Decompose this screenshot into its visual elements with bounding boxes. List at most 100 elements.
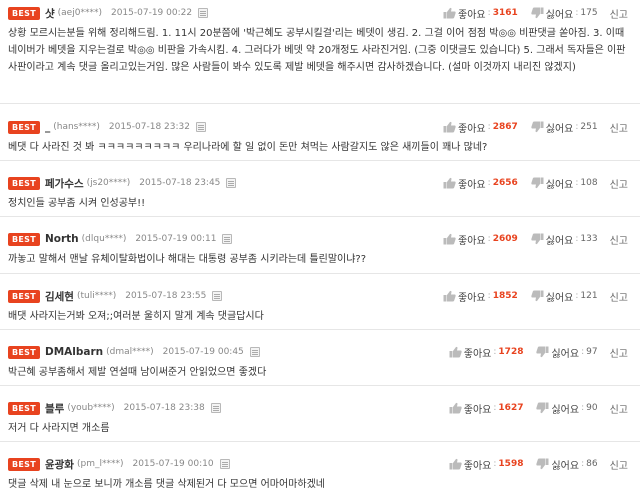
report-flag-icon[interactable] xyxy=(195,122,206,132)
report-button[interactable]: 신고 xyxy=(610,232,628,247)
best-badge: BEST xyxy=(8,6,40,20)
like-label[interactable]: 좋아요 xyxy=(458,6,486,21)
thumbs-down-icon[interactable] xyxy=(536,458,549,470)
thumbs-up-icon[interactable] xyxy=(443,121,456,133)
vote-bar: 좋아요 : 2656 싫어요 : 108 신고 xyxy=(443,170,628,196)
comment-text: 박근혜 공부좀해서 제발 연설때 남이써준거 안읽었으면 좋겠다 xyxy=(8,367,267,378)
vote-bar: 좋아요 : 1598 싫어요 : 86 신고 xyxy=(449,451,628,477)
dislike-label[interactable]: 싫어요 xyxy=(546,6,574,21)
report-button[interactable]: 신고 xyxy=(610,457,628,472)
best-badge: BEST xyxy=(8,401,40,415)
thumbs-up-icon[interactable] xyxy=(449,458,462,470)
like-label[interactable]: 좋아요 xyxy=(458,232,486,247)
report-button[interactable]: 신고 xyxy=(610,345,628,360)
thumbs-up-icon[interactable] xyxy=(443,177,456,189)
comment-text: 상황 모르시는분들 위해 정리해드림. 1. 11시 20분쯤에 '박근혜도 공… xyxy=(8,28,626,73)
best-badge: BEST xyxy=(8,345,40,359)
comment-text: 배댓 사라지는거봐 오져;;여러분 울히지 말게 계속 댓글답시다 xyxy=(8,311,264,322)
user-id: (js20****) xyxy=(86,178,131,188)
report-flag-icon[interactable] xyxy=(210,403,221,413)
comment-date: 2015-07-19 00:45 xyxy=(162,347,244,357)
user-id: (hans****) xyxy=(53,122,100,132)
dislike-label[interactable]: 싫어요 xyxy=(551,457,579,472)
thumbs-down-icon[interactable] xyxy=(531,233,544,245)
report-button[interactable]: 신고 xyxy=(610,120,628,135)
best-badge: BEST xyxy=(8,120,40,134)
comment-item: BEST 페가수스 (js20****) 2015-07-18 23:45 좋아… xyxy=(0,161,640,217)
thumbs-up-icon[interactable] xyxy=(443,290,456,302)
dislike-count: 90 xyxy=(586,403,598,413)
dislike-count: 175 xyxy=(580,8,598,18)
best-badge: BEST xyxy=(8,232,40,246)
report-button[interactable]: 신고 xyxy=(610,401,628,416)
comment-text: 저거 다 사라지면 개소름 xyxy=(8,423,110,434)
user-id: (dmal****) xyxy=(106,347,154,357)
report-flag-icon[interactable] xyxy=(198,8,209,18)
thumbs-up-icon[interactable] xyxy=(443,233,456,245)
like-label[interactable]: 좋아요 xyxy=(458,176,486,191)
dislike-label[interactable]: 싫어요 xyxy=(546,289,574,304)
dislike-label[interactable]: 싫어요 xyxy=(546,232,574,247)
thumbs-up-icon[interactable] xyxy=(449,346,462,358)
comment-item: BEST 샷 (aej0****) 2015-07-19 00:22 좋아요 :… xyxy=(0,0,640,104)
thumbs-down-icon[interactable] xyxy=(536,346,549,358)
nickname[interactable]: 윤광화 xyxy=(45,457,74,472)
report-flag-icon[interactable] xyxy=(249,347,260,357)
dislike-count: 251 xyxy=(580,122,598,132)
dislike-label[interactable]: 싫어요 xyxy=(551,345,579,360)
thumbs-down-icon[interactable] xyxy=(531,177,544,189)
dislike-label[interactable]: 싫어요 xyxy=(546,120,574,135)
report-flag-icon[interactable] xyxy=(212,291,223,301)
thumbs-down-icon[interactable] xyxy=(536,402,549,414)
dislike-label[interactable]: 싫어요 xyxy=(551,401,579,416)
like-count: 2656 xyxy=(492,178,518,188)
thumbs-down-icon[interactable] xyxy=(531,121,544,133)
dislike-label[interactable]: 싫어요 xyxy=(546,176,574,191)
nickname[interactable]: 김세현 xyxy=(45,289,74,304)
like-label[interactable]: 좋아요 xyxy=(458,289,486,304)
comment-header: BEST 페가수스 (js20****) 2015-07-18 23:45 xyxy=(8,170,237,196)
comment-date: 2015-07-19 00:10 xyxy=(132,459,214,469)
report-button[interactable]: 신고 xyxy=(610,6,628,21)
nickname[interactable]: 블루 xyxy=(45,401,64,416)
thumbs-down-icon[interactable] xyxy=(531,290,544,302)
nickname[interactable]: 페가수스 xyxy=(45,176,84,191)
comment-header: BEST 블루 (youb****) 2015-07-18 23:38 xyxy=(8,395,221,421)
like-count: 2867 xyxy=(492,122,518,132)
comment-item: BEST 김세현 (tuli****) 2015-07-18 23:55 좋아요… xyxy=(0,274,640,330)
report-flag-icon[interactable] xyxy=(222,234,233,244)
report-flag-icon[interactable] xyxy=(219,459,230,469)
report-button[interactable]: 신고 xyxy=(610,289,628,304)
comment-item: BEST North (dlqu****) 2015-07-19 00:11 좋… xyxy=(0,217,640,274)
like-label[interactable]: 좋아요 xyxy=(464,401,492,416)
dislike-count: 108 xyxy=(580,178,598,188)
comment-item: BEST DMAlbarn (dmal****) 2015-07-19 00:4… xyxy=(0,330,640,386)
nickname[interactable]: 샷 xyxy=(45,6,55,21)
comment-item: BEST _ (hans****) 2015-07-18 23:32 좋아요 :… xyxy=(0,104,640,161)
dislike-count: 133 xyxy=(580,234,598,244)
comment-item: BEST 블루 (youb****) 2015-07-18 23:38 좋아요 … xyxy=(0,386,640,442)
like-label[interactable]: 좋아요 xyxy=(464,345,492,360)
nickname[interactable]: _ xyxy=(45,121,50,133)
vote-bar: 좋아요 : 3161 싫어요 : 175 신고 xyxy=(443,0,628,26)
thumbs-up-icon[interactable] xyxy=(443,7,456,19)
like-label[interactable]: 좋아요 xyxy=(458,120,486,135)
user-id: (pm_l****) xyxy=(76,459,124,469)
nickname[interactable]: North xyxy=(45,233,79,245)
nickname[interactable]: DMAlbarn xyxy=(45,346,103,358)
comment-text: 까놓고 말해서 맨날 유체이탈화법이나 해대는 대통령 공부좀 시키라는데 틀린… xyxy=(8,254,367,265)
like-count: 1627 xyxy=(498,403,524,413)
report-button[interactable]: 신고 xyxy=(610,176,628,191)
best-badge: BEST xyxy=(8,457,40,471)
comment-item: BEST 윤광화 (pm_l****) 2015-07-19 00:10 좋아요… xyxy=(0,442,640,499)
user-id: (youb****) xyxy=(67,403,115,413)
like-count: 3161 xyxy=(492,8,518,18)
comment-header: BEST North (dlqu****) 2015-07-19 00:11 xyxy=(8,226,233,252)
like-label[interactable]: 좋아요 xyxy=(464,457,492,472)
user-id: (aej0****) xyxy=(57,8,102,18)
report-flag-icon[interactable] xyxy=(226,178,237,188)
comment-header: BEST 김세현 (tuli****) 2015-07-18 23:55 xyxy=(8,283,223,309)
thumbs-down-icon[interactable] xyxy=(531,7,544,19)
thumbs-up-icon[interactable] xyxy=(449,402,462,414)
vote-bar: 좋아요 : 1627 싫어요 : 90 신고 xyxy=(449,395,628,421)
